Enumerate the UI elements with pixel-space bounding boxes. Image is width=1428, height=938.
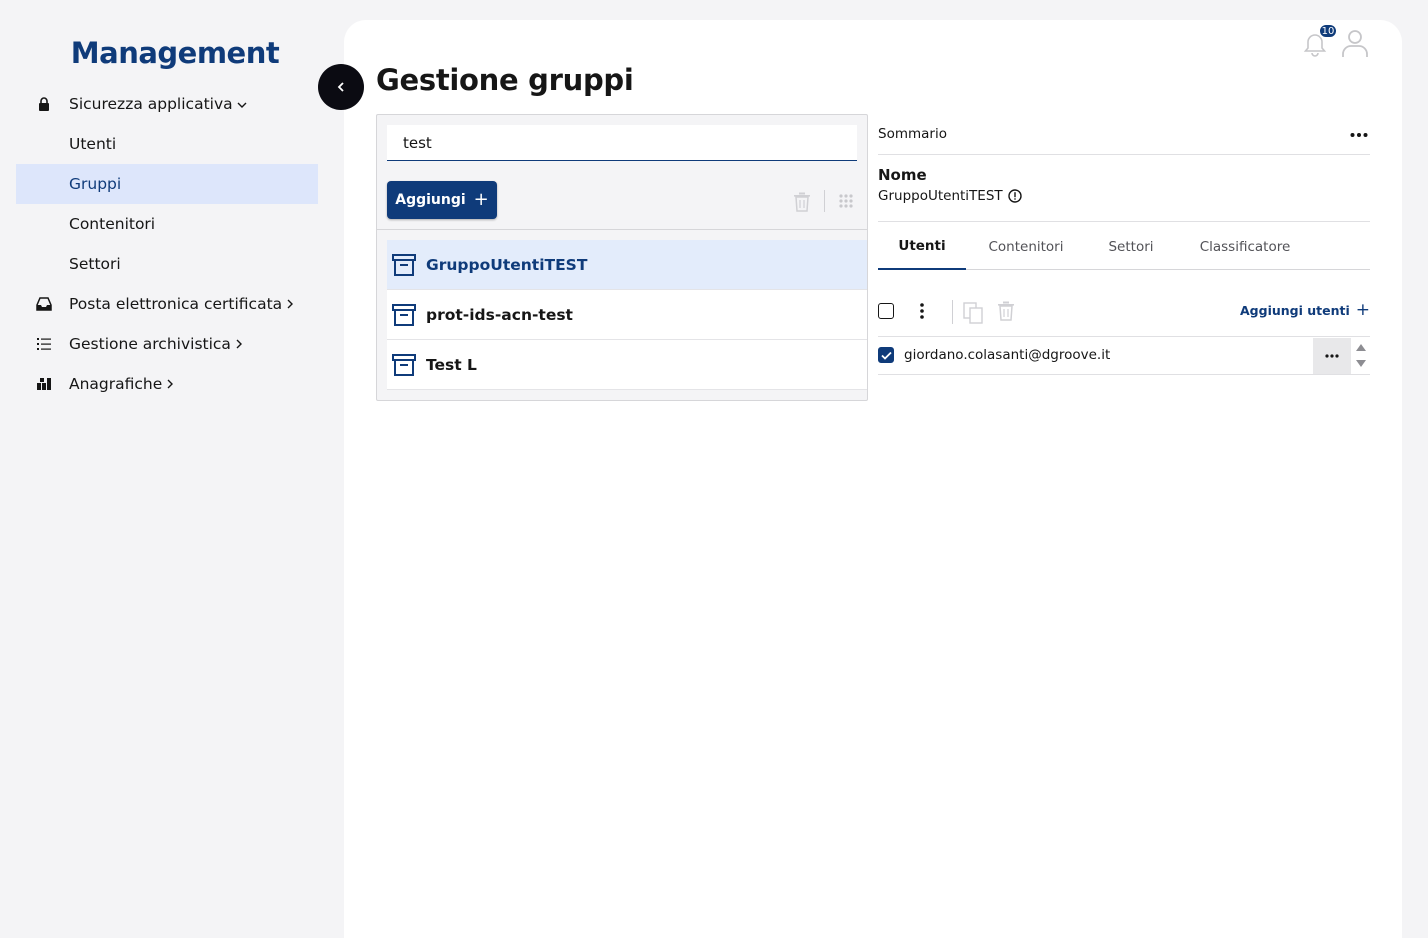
archive-box-icon (392, 354, 416, 376)
toolbar-divider (824, 190, 825, 212)
list-icon (36, 336, 52, 352)
group-name: prot-ids-acn-test (426, 305, 573, 324)
divider (878, 154, 1370, 155)
add-users-label: Aggiungi utenti (1240, 303, 1350, 318)
group-name: GruppoUtentiTEST (426, 255, 588, 274)
sidebar-item-contenitori[interactable]: Contenitori (16, 204, 318, 244)
select-all-checkbox[interactable] (878, 303, 894, 319)
list-item[interactable]: prot-ids-acn-test (387, 290, 867, 340)
group-list: GruppoUtentiTEST prot-ids-acn-test Test … (387, 240, 867, 390)
inbox-icon (36, 296, 52, 312)
tab-classificatore[interactable]: Classificatore (1188, 224, 1302, 270)
info-icon[interactable] (1007, 189, 1022, 203)
group-name: Test L (426, 355, 477, 374)
sidebar-item-sicurezza-applicativa[interactable]: Sicurezza applicativa (16, 84, 318, 124)
chevron-down-icon (237, 98, 247, 112)
plus-icon: + (1355, 300, 1370, 320)
add-users-button[interactable]: Aggiungi utenti + (1240, 302, 1370, 319)
sidebar-item-utenti[interactable]: Utenti (16, 124, 318, 164)
add-button-label: Aggiungi (395, 192, 466, 208)
detail-tabs: Utenti Contenitori Settori Classificator… (878, 224, 1370, 270)
name-label: Nome (878, 166, 927, 184)
sidebar-item-gruppi[interactable]: Gruppi (16, 164, 318, 204)
sidebar-item-label: Gruppi (69, 175, 122, 193)
divider (377, 229, 867, 230)
divider (878, 221, 1370, 222)
tab-utenti[interactable]: Utenti (878, 224, 966, 270)
sidebar-item-gestione-archivistica[interactable]: Gestione archivistica (16, 324, 318, 364)
archive-box-icon (392, 254, 416, 276)
sidebar-item-label: Posta elettronica certificata (69, 295, 283, 313)
sidebar-item-posta-elettronica-certificata[interactable]: Posta elettronica certificata (16, 284, 318, 324)
caret-down-icon[interactable] (1356, 360, 1366, 368)
sidebar: Management Sicurezza applicativa Utenti … (0, 0, 335, 938)
group-list-card: Aggiungi + GruppoUtentiTEST prot-ids-acn… (376, 114, 868, 401)
name-value: GruppoUtentiTEST (878, 188, 1003, 204)
summary-label: Sommario (878, 126, 947, 142)
list-item[interactable]: GruppoUtentiTEST (387, 240, 867, 290)
add-group-button[interactable]: Aggiungi + (387, 181, 497, 219)
search-input[interactable] (387, 125, 857, 161)
user-email: giordano.colasanti@dgroove.it (904, 347, 1111, 363)
dashboard-icon (36, 376, 52, 392)
sidebar-item-label: Anagrafiche (69, 375, 163, 393)
toolbar-divider (952, 300, 953, 324)
user-icon[interactable] (1341, 28, 1369, 58)
sidebar-item-label: Sicurezza applicativa (69, 95, 233, 113)
sidebar-item-label: Settori (69, 255, 121, 273)
sidebar-item-label: Contenitori (69, 215, 156, 233)
table-row[interactable]: giordano.colasanti@dgroove.it (878, 337, 1370, 375)
copy-icon[interactable] (963, 302, 985, 324)
tab-settori[interactable]: Settori (1096, 224, 1166, 270)
grid-icon[interactable] (838, 193, 854, 209)
row-actions-button[interactable] (1313, 338, 1351, 374)
plus-icon: + (473, 189, 489, 210)
sidebar-item-label: Gestione archivistica (69, 335, 231, 353)
notification-badge: 10 (1318, 23, 1338, 39)
sidebar-item-label: Utenti (69, 135, 117, 153)
chevron-right-icon (166, 378, 174, 392)
chevron-right-icon (286, 298, 294, 312)
chevron-right-icon (235, 338, 243, 352)
name-value-row: GruppoUtentiTEST (878, 188, 1022, 204)
more-options-button[interactable] (1348, 122, 1370, 144)
ellipsis-icon (1350, 133, 1368, 137)
sidebar-item-settori[interactable]: Settori (16, 244, 318, 284)
trash-icon[interactable] (793, 192, 811, 212)
ellipsis-icon (1325, 354, 1339, 358)
checkmark-icon (880, 351, 892, 360)
archive-box-icon (392, 304, 416, 326)
list-item[interactable]: Test L (387, 340, 867, 390)
collapse-sidebar-button[interactable] (318, 64, 364, 110)
chevron-left-icon (337, 82, 344, 92)
row-checkbox[interactable] (878, 347, 894, 363)
users-toolbar: Aggiungi utenti + (878, 296, 1370, 326)
brand-title: Management (70, 36, 280, 70)
sidebar-item-anagrafiche[interactable]: Anagrafiche (16, 364, 318, 404)
tab-contenitori[interactable]: Contenitori (978, 224, 1074, 270)
trash-icon[interactable] (997, 301, 1015, 321)
main-panel: Gestione gruppi 10 Aggiungi + GruppoUten… (344, 20, 1402, 938)
page-title: Gestione gruppi (376, 63, 634, 97)
caret-up-icon[interactable] (1356, 343, 1366, 351)
lock-icon (36, 96, 52, 112)
kebab-menu-icon[interactable] (916, 301, 928, 321)
